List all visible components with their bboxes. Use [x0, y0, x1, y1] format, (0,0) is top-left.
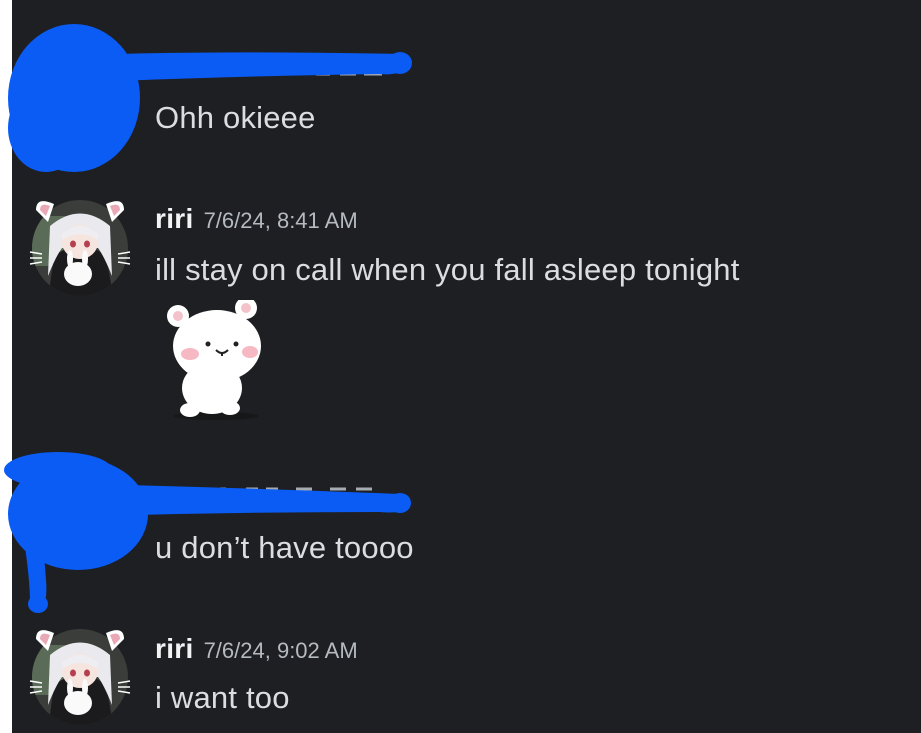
message-text: ill stay on call when you fall asleep to…: [155, 252, 740, 287]
username[interactable]: riri: [155, 633, 194, 664]
white-bear-sticker[interactable]: [162, 300, 266, 422]
message-header: riri 7/6/24, 8:41 AM: [155, 203, 358, 235]
user-avatar[interactable]: [28, 196, 132, 300]
message-text: i want too: [155, 680, 290, 715]
timestamp: 7/6/24, 9:02 AM: [203, 638, 358, 663]
message-header: riri 7/6/24, 9:02 AM: [155, 633, 358, 665]
timestamp: 7/6/24, 8:41 AM: [203, 208, 358, 233]
chat-messages[interactable]: Ohh okieee riri 7/6/24, 8:41 AM ill stay…: [12, 0, 921, 733]
message-text: u don’t have toooo: [155, 530, 414, 565]
username[interactable]: riri: [155, 203, 194, 234]
user-avatar[interactable]: [28, 625, 132, 729]
message-text: Ohh okieee: [155, 100, 316, 135]
